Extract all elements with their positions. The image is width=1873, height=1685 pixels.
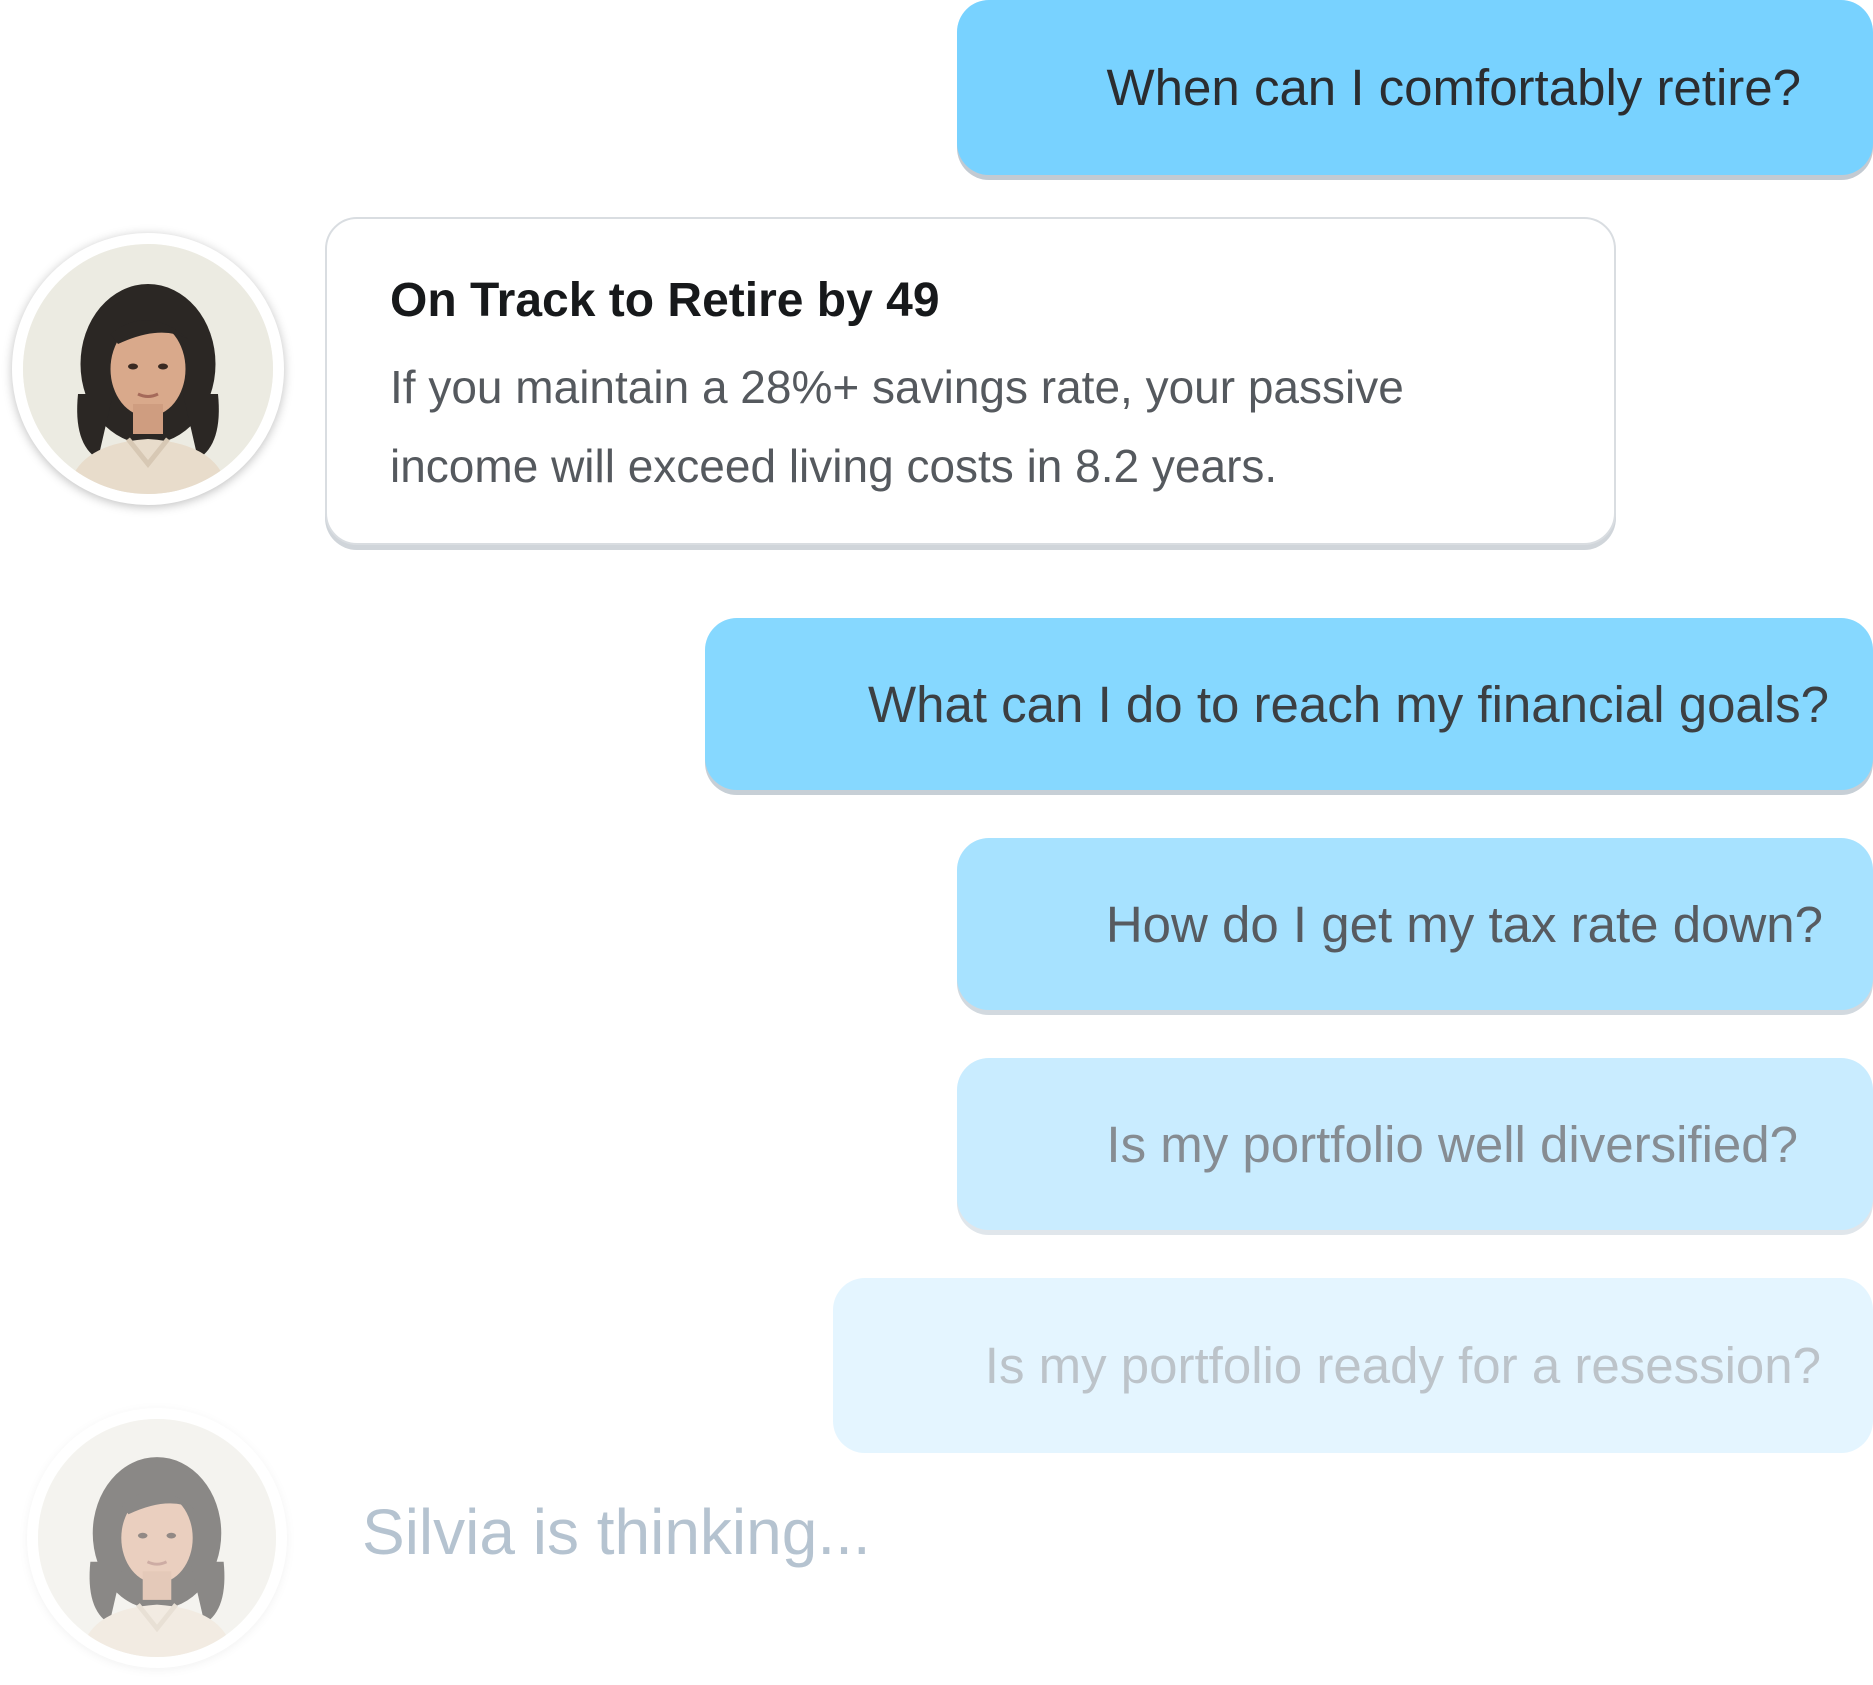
suggested-question-bubble[interactable]: Is my portfolio well diversified? <box>957 1058 1873 1230</box>
answer-title: On Track to Retire by 49 <box>390 274 940 327</box>
portrait-image <box>23 244 273 494</box>
suggested-question-text: Is my portfolio well diversified? <box>1106 1115 1798 1173</box>
portrait-image <box>38 1419 276 1657</box>
suggested-question-text: Is my portfolio ready for a resession? <box>984 1337 1821 1394</box>
suggested-question-bubble[interactable]: What can I do to reach my financial goal… <box>705 618 1873 790</box>
assistant-avatar <box>12 233 284 505</box>
assistant-answer-card: On Track to Retire by 49 If you maintain… <box>325 217 1616 545</box>
user-message-bubble[interactable]: When can I comfortably retire? <box>957 0 1873 175</box>
thinking-status: Silvia is thinking... <box>362 1496 871 1568</box>
suggested-question-text: What can I do to reach my financial goal… <box>867 675 1829 733</box>
answer-body: If you maintain a 28%+ savings rate, you… <box>390 361 1404 492</box>
user-message-text: When can I comfortably retire? <box>1106 59 1801 116</box>
suggested-question-text: How do I get my tax rate down? <box>1105 895 1823 953</box>
suggested-question-bubble[interactable]: Is my portfolio ready for a resession? <box>833 1278 1873 1453</box>
suggested-question-bubble[interactable]: How do I get my tax rate down? <box>957 838 1873 1010</box>
assistant-avatar-thinking <box>27 1408 287 1668</box>
